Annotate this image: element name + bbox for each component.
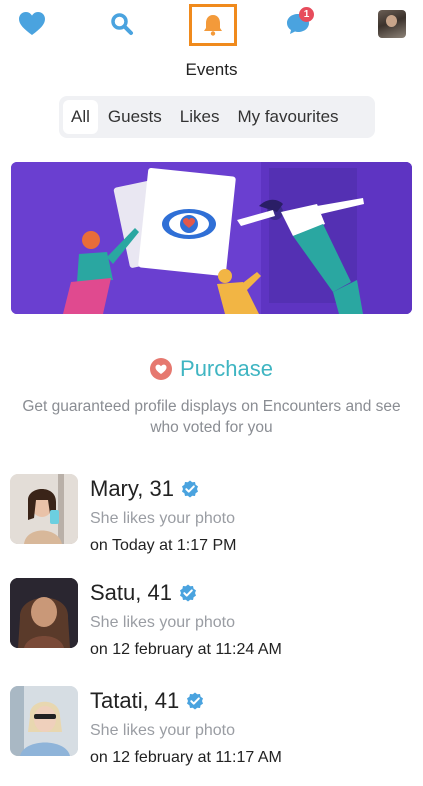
unread-count-badge: 1 (299, 7, 314, 22)
tab-guests[interactable]: Guests (100, 100, 170, 134)
event-name-row: Satu, 41 (90, 580, 197, 606)
promo-banner-illustration[interactable] (11, 162, 412, 314)
user-name-age[interactable]: Satu, 41 (90, 580, 172, 606)
profile-avatar-button[interactable] (370, 4, 414, 44)
bell-icon (204, 15, 222, 36)
event-time: on Today at 1:17 PM (90, 537, 237, 554)
purchase-link[interactable]: Purchase (0, 356, 423, 382)
top-navigation: 1 (0, 0, 423, 48)
event-list-item[interactable]: Tatati, 41 She likes your photo on 12 fe… (10, 686, 413, 766)
encounters-heart-button[interactable] (10, 4, 54, 44)
filter-tabs: All Guests Likes My favourites (59, 96, 375, 138)
event-action: She likes your photo (90, 722, 235, 739)
avatar (378, 10, 406, 38)
tab-all[interactable]: All (63, 100, 98, 134)
search-icon (111, 13, 133, 35)
tab-my-favourites[interactable]: My favourites (229, 100, 346, 134)
promo-description: Get guaranteed profile displays on Encou… (22, 398, 401, 436)
event-action: She likes your photo (90, 614, 235, 631)
user-name-age[interactable]: Tatati, 41 (90, 688, 179, 714)
notifications-bell-button[interactable] (189, 4, 237, 46)
search-button[interactable] (100, 4, 144, 44)
profile-photo[interactable] (10, 578, 78, 648)
event-name-row: Tatati, 41 (90, 688, 204, 714)
event-action: She likes your photo (90, 510, 235, 527)
messages-button[interactable]: 1 (276, 4, 320, 44)
heart-badge-icon (150, 358, 173, 380)
event-time: on 12 february at 11:17 AM (90, 749, 282, 766)
purchase-label: Purchase (180, 356, 273, 381)
heart-icon (19, 12, 45, 35)
profile-photo[interactable] (10, 474, 78, 544)
tab-likes[interactable]: Likes (172, 100, 228, 134)
verified-badge-icon (179, 584, 196, 602)
verified-badge-icon (187, 692, 204, 710)
event-time: on 12 february at 11:24 AM (90, 641, 282, 658)
event-list-item[interactable]: Mary, 31 She likes your photo on Today a… (10, 474, 413, 554)
event-name-row: Mary, 31 (90, 476, 199, 502)
user-name-age[interactable]: Mary, 31 (90, 476, 174, 502)
event-list-item[interactable]: Satu, 41 She likes your photo on 12 febr… (10, 578, 413, 658)
verified-badge-icon (181, 480, 198, 498)
profile-photo[interactable] (10, 686, 78, 756)
page-title: Events (185, 60, 238, 79)
